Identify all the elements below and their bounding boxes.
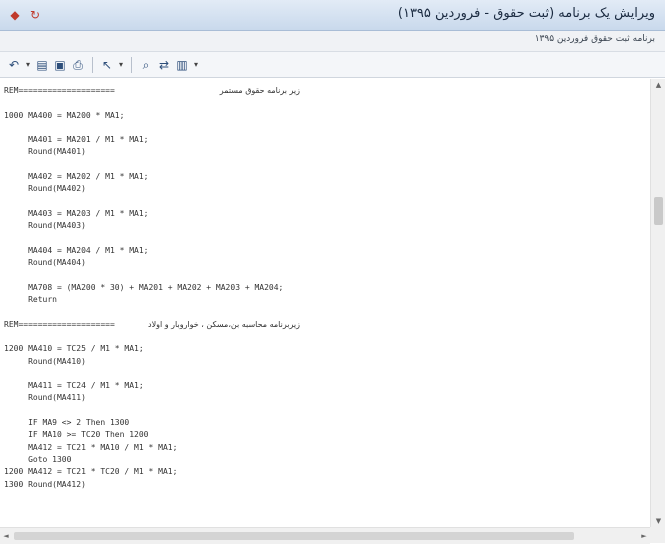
rtl-comment-text: زیر برنامه حقوق مستمر bbox=[219, 86, 300, 95]
find-icon[interactable]: ⌕ bbox=[138, 56, 154, 74]
code-text: Round(MA402) bbox=[4, 184, 86, 194]
print-icon[interactable]: ⎙ bbox=[70, 56, 86, 74]
code-text: MA403 = MA203 / M1 * MA1; bbox=[4, 208, 149, 218]
code-line[interactable]: 1300 Round(MA412) bbox=[4, 479, 650, 491]
code-line[interactable]: REM==================== زیربرنامه محاسبه … bbox=[4, 319, 650, 331]
code-text: 1200 MA410 = TC25 / M1 * MA1; bbox=[4, 344, 144, 354]
cursor-icon[interactable]: ↖ bbox=[99, 56, 115, 74]
replace-icon[interactable]: ⇄ bbox=[156, 56, 172, 74]
code-line[interactable]: Round(MA404) bbox=[4, 257, 650, 269]
code-line[interactable]: Return bbox=[4, 294, 650, 306]
code-text: MA412 = TC21 * MA10 / M1 * MA1; bbox=[4, 442, 178, 452]
scroll-thumb[interactable] bbox=[14, 532, 574, 540]
chevron-down-icon[interactable]: ▾ bbox=[117, 56, 125, 74]
open-icon[interactable]: ▤ bbox=[34, 56, 50, 74]
code-line[interactable]: 1200 MA412 = TC21 * TC20 / M1 * MA1; bbox=[4, 466, 650, 478]
scroll-left-arrow[interactable]: ◄ bbox=[0, 528, 12, 544]
code-text: 1200 MA412 = TC21 * TC20 / M1 * MA1; bbox=[4, 467, 178, 477]
code-text: Round(MA411) bbox=[4, 393, 86, 403]
code-line[interactable]: 1000 MA400 = MA200 * MA1; bbox=[4, 110, 650, 122]
code-text: REM==================== bbox=[4, 86, 115, 95]
rtl-comment-text: زیربرنامه محاسبه بن،مسکن ، خواروبار و او… bbox=[148, 319, 300, 329]
scroll-down-arrow[interactable]: ▼ bbox=[651, 515, 665, 527]
dropdown-menu-icon[interactable]: ▥ bbox=[174, 56, 190, 74]
code-line[interactable]: 1200 MA410 = TC25 / M1 * MA1; bbox=[4, 343, 650, 355]
quick-access-toolbar: ◆ ↻ bbox=[8, 8, 42, 22]
code-text: Round(MA410) bbox=[4, 356, 86, 366]
code-text: MA401 = MA201 / M1 * MA1; bbox=[4, 135, 149, 145]
title-bar: ◆ ↻ ویرایش یک برنامه (ثبت حقوق - فروردین… bbox=[0, 0, 665, 31]
code-text: Round(MA403) bbox=[4, 221, 86, 231]
scroll-thumb[interactable] bbox=[654, 197, 663, 225]
horizontal-scrollbar[interactable]: ◄ ► bbox=[0, 527, 650, 544]
code-line[interactable]: MA412 = TC21 * MA10 / M1 * MA1; bbox=[4, 442, 650, 454]
subtitle-bar: برنامه ثبت حقوق فروردین ۱۳۹۵ bbox=[0, 31, 665, 52]
code-text: Round(MA401) bbox=[4, 147, 86, 157]
scrollbar-corner bbox=[650, 527, 665, 543]
code-line[interactable] bbox=[4, 331, 650, 343]
code-line[interactable]: Round(MA411) bbox=[4, 392, 650, 404]
code-line[interactable]: Round(MA401) bbox=[4, 146, 650, 158]
scroll-right-arrow[interactable]: ► bbox=[638, 528, 650, 544]
chevron-down-icon[interactable]: ▾ bbox=[192, 56, 200, 74]
refresh-icon[interactable]: ↻ bbox=[28, 8, 42, 22]
scroll-up-arrow[interactable]: ▲ bbox=[651, 79, 665, 91]
code-lines: REM==================== زیر برنامه حقوق م… bbox=[0, 79, 650, 491]
code-line[interactable]: MA401 = MA201 / M1 * MA1; bbox=[4, 134, 650, 146]
code-line[interactable] bbox=[4, 122, 650, 134]
code-line[interactable] bbox=[4, 306, 650, 318]
code-text: MA411 = TC24 / M1 * MA1; bbox=[4, 381, 144, 391]
code-line[interactable]: MA404 = MA204 / M1 * MA1; bbox=[4, 245, 650, 257]
code-text: REM==================== bbox=[4, 319, 115, 329]
code-line[interactable]: MA411 = TC24 / M1 * MA1; bbox=[4, 380, 650, 392]
code-line[interactable]: IF MA9 <> 2 Then 1300 bbox=[4, 417, 650, 429]
code-line[interactable] bbox=[4, 97, 650, 109]
window-title: ویرایش یک برنامه (ثبت حقوق - فروردین ۱۳۹… bbox=[397, 6, 655, 21]
code-text: MA708 = (MA200 * 30) + MA201 + MA202 + M… bbox=[4, 282, 284, 292]
code-line[interactable] bbox=[4, 269, 650, 281]
code-line[interactable] bbox=[4, 368, 650, 380]
vertical-scrollbar[interactable]: ▲ ▼ bbox=[650, 79, 665, 527]
code-text: Round(MA404) bbox=[4, 258, 86, 268]
code-line[interactable] bbox=[4, 405, 650, 417]
code-text: MA404 = MA204 / M1 * MA1; bbox=[4, 245, 149, 255]
undo-icon[interactable]: ↶ bbox=[6, 56, 22, 74]
code-line[interactable]: MA402 = MA202 / M1 * MA1; bbox=[4, 171, 650, 183]
toolbar-separator bbox=[131, 56, 132, 73]
code-text: 1000 MA400 = MA200 * MA1; bbox=[4, 110, 125, 120]
code-text: Return bbox=[4, 295, 57, 305]
code-line[interactable]: Round(MA403) bbox=[4, 220, 650, 232]
code-text: 1300 Round(MA412) bbox=[4, 479, 86, 489]
code-line[interactable]: Round(MA402) bbox=[4, 183, 650, 195]
code-line[interactable]: IF MA10 >= TC20 Then 1200 bbox=[4, 429, 650, 441]
save-icon[interactable]: ▣ bbox=[52, 56, 68, 74]
editor-toolbar: ↶ ▾ ▤ ▣ ⎙ ↖ ▾ ⌕ ⇄ ▥ ▾ bbox=[0, 52, 665, 78]
code-line[interactable] bbox=[4, 159, 650, 171]
code-text: MA402 = MA202 / M1 * MA1; bbox=[4, 172, 149, 182]
code-line[interactable]: REM==================== زیر برنامه حقوق م… bbox=[4, 85, 650, 97]
code-text: Goto 1300 bbox=[4, 454, 72, 464]
code-line[interactable]: MA708 = (MA200 * 30) + MA201 + MA202 + M… bbox=[4, 282, 650, 294]
program-name: برنامه ثبت حقوق فروردین ۱۳۹۵ bbox=[534, 34, 655, 44]
code-editor[interactable]: REM==================== زیر برنامه حقوق م… bbox=[0, 79, 650, 527]
code-text: IF MA9 <> 2 Then 1300 bbox=[4, 418, 130, 428]
app-icon[interactable]: ◆ bbox=[8, 8, 22, 22]
code-line[interactable] bbox=[4, 233, 650, 245]
toolbar-separator bbox=[92, 56, 93, 73]
code-line[interactable]: MA403 = MA203 / M1 * MA1; bbox=[4, 208, 650, 220]
code-line[interactable]: Round(MA410) bbox=[4, 356, 650, 368]
chevron-down-icon[interactable]: ▾ bbox=[24, 56, 32, 74]
code-text: IF MA10 >= TC20 Then 1200 bbox=[4, 430, 149, 440]
code-line[interactable]: Goto 1300 bbox=[4, 454, 650, 466]
code-line[interactable] bbox=[4, 196, 650, 208]
